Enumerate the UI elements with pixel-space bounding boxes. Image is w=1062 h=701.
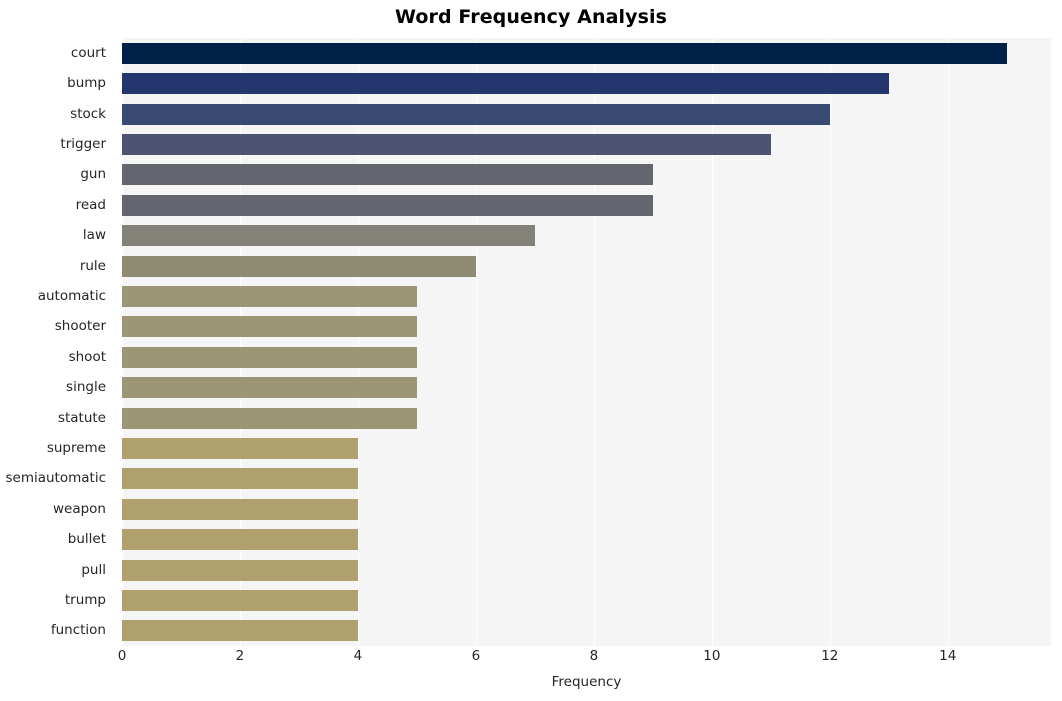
bar <box>122 316 417 338</box>
y-axis-tick-label: pull <box>81 561 106 578</box>
gridline-vertical <box>711 38 714 646</box>
bar <box>122 42 1007 64</box>
gridline-vertical <box>239 38 242 646</box>
gridline-vertical <box>947 38 950 646</box>
bar <box>122 133 771 155</box>
chart-figure: Word Frequency Analysis court bump stock tr… <box>0 0 1062 701</box>
y-axis-tick-label: law <box>82 227 106 244</box>
y-axis-tick-label: supreme <box>46 439 106 456</box>
bar <box>122 255 476 277</box>
bar <box>122 407 417 429</box>
bar <box>122 559 358 581</box>
x-axis-ticks: 0 2 4 6 8 10 12 14 <box>118 648 1051 670</box>
bar <box>122 346 417 368</box>
bar <box>122 498 358 520</box>
y-axis-tick-label: weapon <box>52 500 106 517</box>
x-axis-tick-label: 10 <box>703 648 721 664</box>
x-axis-tick-label: 4 <box>353 648 363 664</box>
bar <box>122 377 417 399</box>
gridline-vertical <box>357 38 360 646</box>
gridline-vertical <box>475 38 478 646</box>
y-axis-tick-label: function <box>50 622 106 639</box>
bar <box>122 285 417 307</box>
bar <box>122 529 358 551</box>
bar <box>122 620 358 642</box>
plot-area <box>122 38 1051 646</box>
y-axis-tick-label: semiautomatic <box>5 470 106 487</box>
gridline-vertical <box>122 38 124 646</box>
x-axis-tick-label: 2 <box>235 648 245 664</box>
y-axis-tick-label: read <box>75 196 106 213</box>
y-axis-tick-label: gun <box>80 166 106 183</box>
gridline-vertical <box>829 38 832 646</box>
x-axis-label: Frequency <box>551 674 622 690</box>
y-axis-tick-label: stock <box>70 105 106 122</box>
y-axis-tick-label: statute <box>57 409 106 426</box>
x-axis-tick-label: 6 <box>471 648 481 664</box>
bar <box>122 73 889 95</box>
bar <box>122 589 358 611</box>
y-axis-tick-label: trump <box>64 591 106 608</box>
y-axis-labels: court bump stock trigger gun read law rule autom… <box>0 38 114 646</box>
page-title: Word Frequency Analysis <box>394 6 668 28</box>
x-axis-tick-label: 0 <box>117 648 127 664</box>
y-axis-tick-label: rule <box>79 257 106 274</box>
y-axis-tick-label: court <box>70 44 106 61</box>
bar <box>122 164 653 186</box>
y-axis-tick-label: shooter <box>54 318 106 335</box>
x-axis-tick-label: 12 <box>821 648 839 664</box>
y-axis-tick-label: automatic <box>37 287 106 304</box>
bar <box>122 225 535 247</box>
bar <box>122 103 830 125</box>
y-axis-tick-label: single <box>66 379 106 396</box>
bar <box>122 437 358 459</box>
bar <box>122 194 653 216</box>
y-axis-tick-label: shoot <box>68 348 106 365</box>
y-axis-tick-label: bullet <box>67 531 106 548</box>
x-axis-tick-label: 8 <box>589 648 599 664</box>
y-axis-tick-label: bump <box>67 75 106 92</box>
gridline-vertical <box>593 38 596 646</box>
x-axis-tick-label: 14 <box>939 648 957 664</box>
bar <box>122 468 358 490</box>
y-axis-tick-label: trigger <box>60 135 106 152</box>
